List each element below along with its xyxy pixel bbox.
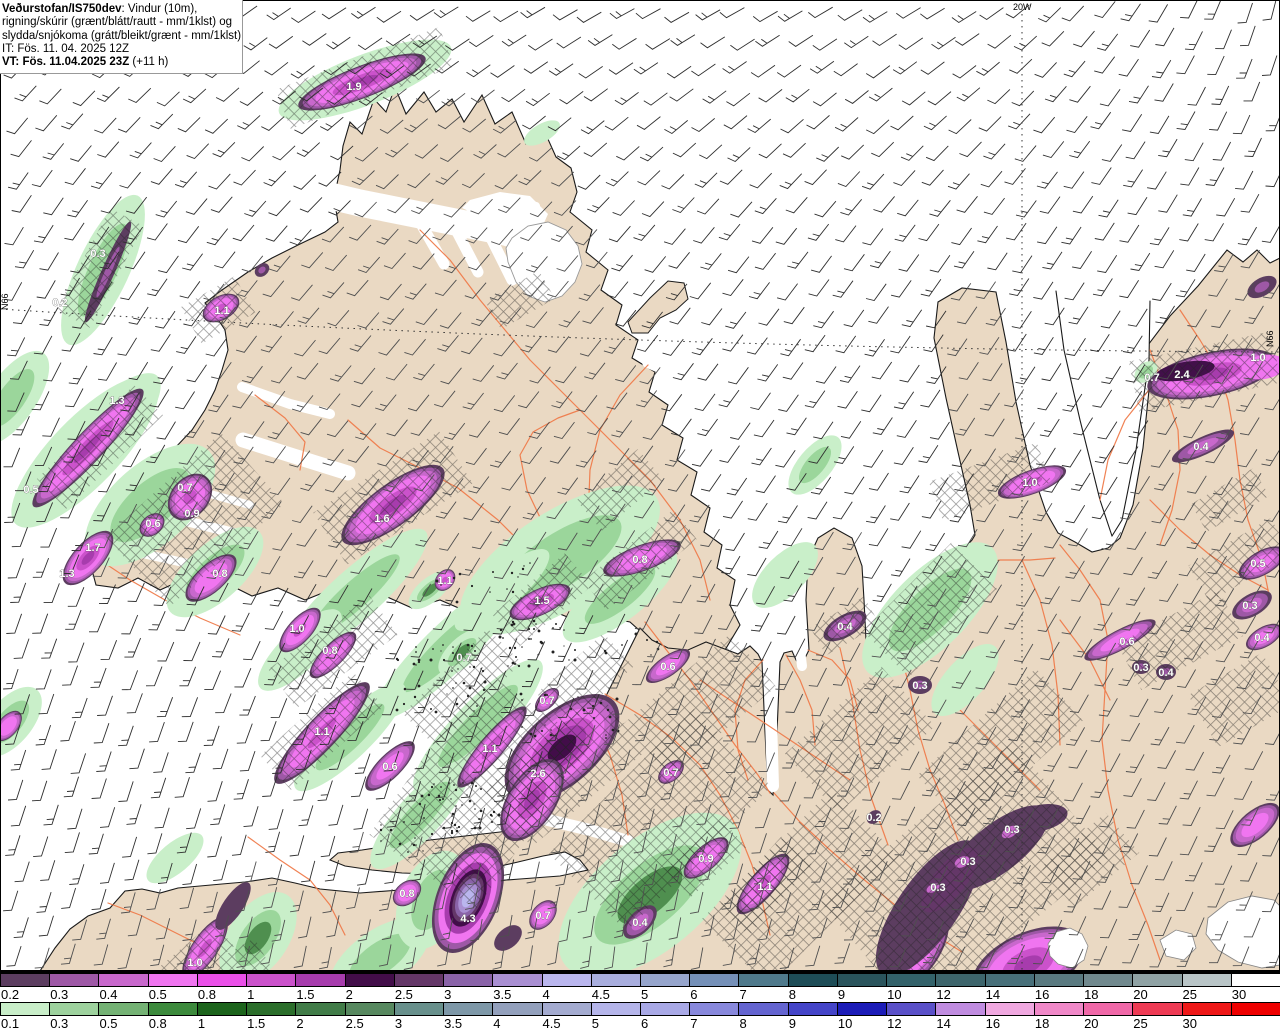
svg-text:0.8: 0.8 (632, 554, 647, 566)
svg-text:1.1: 1.1 (314, 726, 329, 738)
svg-text:0.7: 0.7 (1144, 372, 1159, 384)
svg-text:0.3: 0.3 (1133, 662, 1148, 674)
svg-text:0.9: 0.9 (698, 853, 713, 865)
svg-text:0.3: 0.3 (930, 882, 945, 894)
svg-text:N66: N66 (1265, 330, 1275, 347)
svg-text:0.8: 0.8 (322, 645, 337, 657)
svg-text:1.6: 1.6 (374, 513, 389, 525)
svg-text:0.4: 0.4 (1193, 441, 1209, 453)
svg-text:2.4: 2.4 (1174, 369, 1190, 381)
svg-text:0.3: 0.3 (1004, 824, 1019, 836)
svg-text:0.4: 0.4 (1158, 667, 1174, 679)
svg-text:0.2: 0.2 (866, 812, 881, 824)
svg-text:0.5: 0.5 (1250, 558, 1265, 570)
svg-text:0.8: 0.8 (399, 888, 414, 900)
svg-text:0.4: 0.4 (632, 917, 648, 929)
svg-text:0.3: 0.3 (960, 856, 975, 868)
svg-text:0.6: 0.6 (660, 661, 675, 673)
svg-text:1.3: 1.3 (59, 568, 74, 580)
svg-text:0.2: 0.2 (52, 297, 67, 309)
svg-text:1.1: 1.1 (437, 575, 452, 587)
svg-text:0.8: 0.8 (212, 568, 227, 580)
svg-text:N66: N66 (0, 293, 10, 310)
svg-text:0.3: 0.3 (1242, 600, 1257, 612)
svg-text:1.1: 1.1 (482, 743, 497, 755)
svg-text:1.0: 1.0 (1250, 352, 1265, 364)
svg-text:1.1: 1.1 (214, 305, 229, 317)
svg-text:0.6: 0.6 (1119, 636, 1134, 648)
svg-text:1.3: 1.3 (109, 395, 124, 407)
svg-text:0.7: 0.7 (539, 695, 554, 707)
svg-text:0.6: 0.6 (145, 518, 160, 530)
svg-text:0.7: 0.7 (663, 767, 678, 779)
svg-text:1.9: 1.9 (346, 81, 361, 93)
svg-text:1.0: 1.0 (289, 623, 304, 635)
svg-text:1.0: 1.0 (187, 957, 202, 969)
svg-text:0.7: 0.7 (535, 910, 550, 922)
svg-text:0.7: 0.7 (177, 482, 192, 494)
svg-text:1.5: 1.5 (534, 595, 549, 607)
svg-text:0.4: 0.4 (837, 621, 853, 633)
svg-text:1.1: 1.1 (757, 881, 772, 893)
svg-text:4.3: 4.3 (460, 913, 475, 925)
svg-text:0.4: 0.4 (1254, 632, 1270, 644)
svg-text:0.3: 0.3 (912, 680, 927, 692)
svg-text:0.5: 0.5 (23, 484, 38, 496)
svg-text:0.3: 0.3 (90, 248, 105, 260)
svg-text:1.0: 1.0 (1022, 477, 1037, 489)
svg-text:0.7: 0.7 (456, 652, 471, 664)
svg-text:0.9: 0.9 (184, 508, 199, 520)
svg-text:0.6: 0.6 (382, 761, 397, 773)
svg-text:2.6: 2.6 (530, 768, 545, 780)
svg-text:1.7: 1.7 (85, 542, 100, 554)
